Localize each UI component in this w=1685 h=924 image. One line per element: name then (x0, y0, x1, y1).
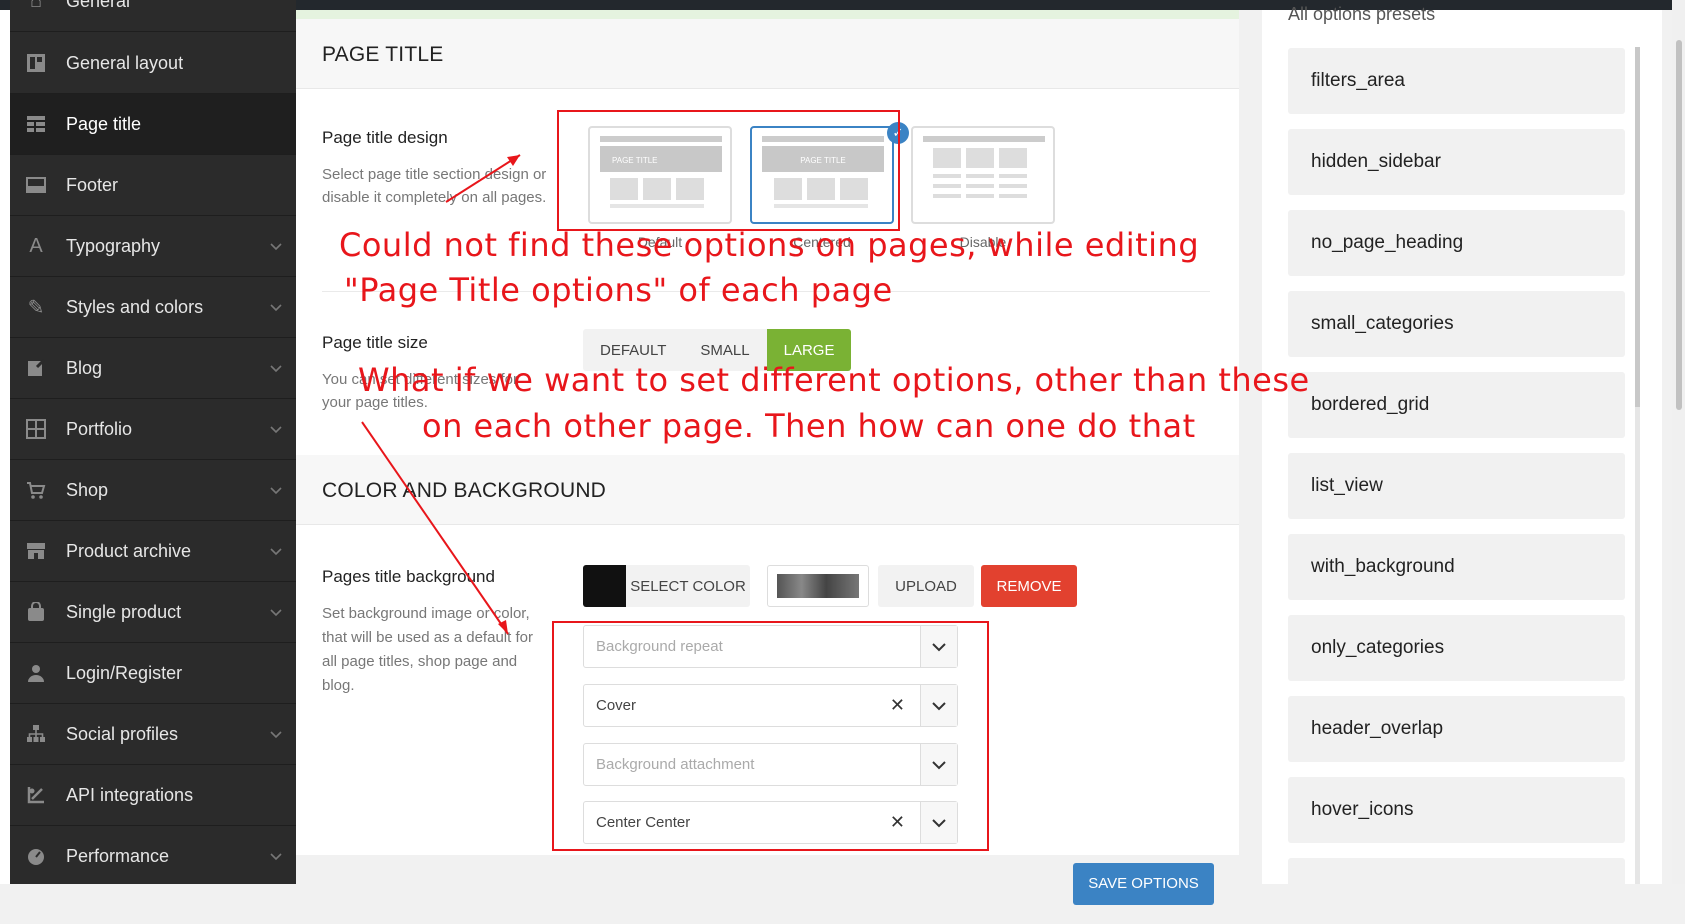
chevron-down-icon (270, 548, 282, 556)
cart-icon (24, 478, 48, 502)
notice-bar (296, 10, 1239, 19)
page-title-section-header: PAGE TITLE (296, 19, 1239, 89)
chevron-down-icon (270, 243, 282, 251)
sidebar-item-label: Footer (66, 174, 119, 195)
options-sidebar: ⌂ General General layout Page title Foot… (10, 0, 296, 884)
sidebar-item-label: Portfolio (66, 418, 133, 439)
preset-item[interactable]: hidden_sidebar (1288, 129, 1625, 195)
presets-panel: All options presets filters_area hidden_… (1262, 4, 1662, 924)
sidebar-item-label: Shop (66, 479, 109, 500)
preset-item[interactable]: small_categories (1288, 291, 1625, 357)
sidebar-item-styles-and-colors[interactable]: ✎ Styles and colors (10, 277, 296, 338)
preset-item[interactable]: header_overlap (1288, 696, 1625, 762)
annotation-note: Could not find these options on pages, w… (339, 226, 1200, 264)
edit-icon (24, 356, 48, 380)
chevron-down-icon (270, 731, 282, 739)
footer-icon (24, 173, 48, 197)
sidebar-item-portfolio[interactable]: Portfolio (10, 399, 296, 460)
sidebar-item-page-title[interactable]: Page title (10, 94, 296, 155)
api-icon (24, 783, 48, 807)
sidebar-item-api-integrations[interactable]: API integrations (10, 765, 296, 826)
sidebar-item-typography[interactable]: A Typography (10, 216, 296, 277)
sidebar-item-label: Page title (66, 113, 142, 134)
preset-item[interactable]: no_page_heading (1288, 210, 1625, 276)
chevron-down-icon (270, 365, 282, 373)
network-icon (24, 722, 48, 746)
sidebar-item-general[interactable]: ⌂ General (10, 0, 296, 32)
sidebar-item-footer[interactable]: Footer (10, 155, 296, 216)
color-swatch[interactable] (583, 565, 626, 607)
select-color-button[interactable]: SELECT COLOR (626, 565, 750, 607)
chevron-down-icon (270, 487, 282, 495)
sidebar-item-label: General layout (66, 52, 184, 73)
annotation-note: "Page Title options" of each page (344, 271, 893, 309)
section-title: PAGE TITLE (322, 43, 444, 66)
background-option-desc-line: blog. (322, 677, 355, 694)
sidebar-item-login-register[interactable]: Login/Register (10, 643, 296, 704)
home-icon: ⌂ (29, 0, 43, 12)
sidebar-item-label: Typography (66, 235, 161, 256)
design-option-desc-line: disable it completely on all pages. (322, 189, 547, 206)
sidebar-item-social-profiles[interactable]: Social profiles (10, 704, 296, 765)
gauge-icon (24, 844, 48, 868)
preset-item[interactable]: only_categories (1288, 615, 1625, 681)
sidebar-item-label: General (66, 0, 131, 11)
section-title: COLOR AND BACKGROUND (322, 479, 607, 502)
preset-item[interactable]: with_background (1288, 534, 1625, 600)
preset-item[interactable]: filters_area (1288, 48, 1625, 114)
chevron-down-icon (270, 853, 282, 861)
sidebar-item-label: Single product (66, 601, 182, 622)
background-image-thumbnail (767, 565, 869, 607)
preset-item[interactable] (1288, 858, 1625, 924)
upload-button[interactable]: UPLOAD (878, 565, 974, 607)
preset-item[interactable]: bordered_grid (1288, 372, 1625, 438)
layout-icon (24, 51, 48, 75)
background-option-title: Pages title background (322, 567, 495, 586)
background-option-desc-line: that will be used as a default for (322, 629, 533, 646)
sidebar-item-label: Product archive (66, 540, 192, 561)
sidebar-item-single-product[interactable]: Single product (10, 582, 296, 643)
page-title-icon (24, 112, 48, 136)
remove-button[interactable]: REMOVE (981, 565, 1077, 607)
disable-design-preview (923, 136, 1045, 198)
annotation-note: on each other page. Then how can one do … (422, 407, 1196, 445)
sidebar-item-product-archive[interactable]: Product archive (10, 521, 296, 582)
sidebar-item-label: Performance (66, 845, 170, 866)
sidebar-item-label: Blog (66, 357, 103, 378)
sidebar-item-label: Login/Register (66, 662, 183, 683)
preset-item[interactable]: hover_icons (1288, 777, 1625, 843)
sidebar-item-label: Social profiles (66, 723, 179, 744)
annotation-box-selects (552, 621, 989, 851)
design-card-disable[interactable] (911, 126, 1055, 224)
chevron-down-icon (270, 609, 282, 617)
grid-icon (24, 417, 48, 441)
chevron-down-icon (270, 426, 282, 434)
background-option-desc-line: Set background image or color, (322, 605, 530, 622)
presets-title: All options presets (1288, 4, 1436, 24)
preset-item[interactable]: list_view (1288, 453, 1625, 519)
annotation-note: What if we want to set different options… (358, 361, 1310, 399)
typography-icon: A (29, 234, 43, 257)
size-option-title: Page title size (322, 333, 428, 352)
sidebar-item-label: Styles and colors (66, 296, 204, 317)
presets-scrollbar-thumb[interactable] (1635, 47, 1640, 407)
user-icon (24, 661, 48, 685)
bag-icon (24, 600, 48, 624)
color-section-header: COLOR AND BACKGROUND (296, 455, 1239, 525)
window-scrollbar-thumb[interactable] (1676, 40, 1682, 410)
design-option-title: Page title design (322, 128, 448, 147)
sidebar-item-blog[interactable]: Blog (10, 338, 296, 399)
annotation-box-design (557, 110, 900, 231)
sidebar-item-label: API integrations (66, 784, 194, 805)
save-options-button[interactable]: SAVE OPTIONS (1073, 863, 1214, 905)
design-option-desc-line: Select page title section design or (322, 166, 547, 183)
left-edge (0, 10, 10, 884)
background-option-desc-line: all page titles, shop page and (322, 653, 518, 670)
sidebar-item-shop[interactable]: Shop (10, 460, 296, 521)
store-icon (24, 539, 48, 563)
sidebar-item-general-layout[interactable]: General layout (10, 33, 296, 94)
chevron-down-icon (270, 304, 282, 312)
brush-icon: ✎ (27, 296, 45, 319)
sidebar-item-performance[interactable]: Performance (10, 826, 296, 884)
